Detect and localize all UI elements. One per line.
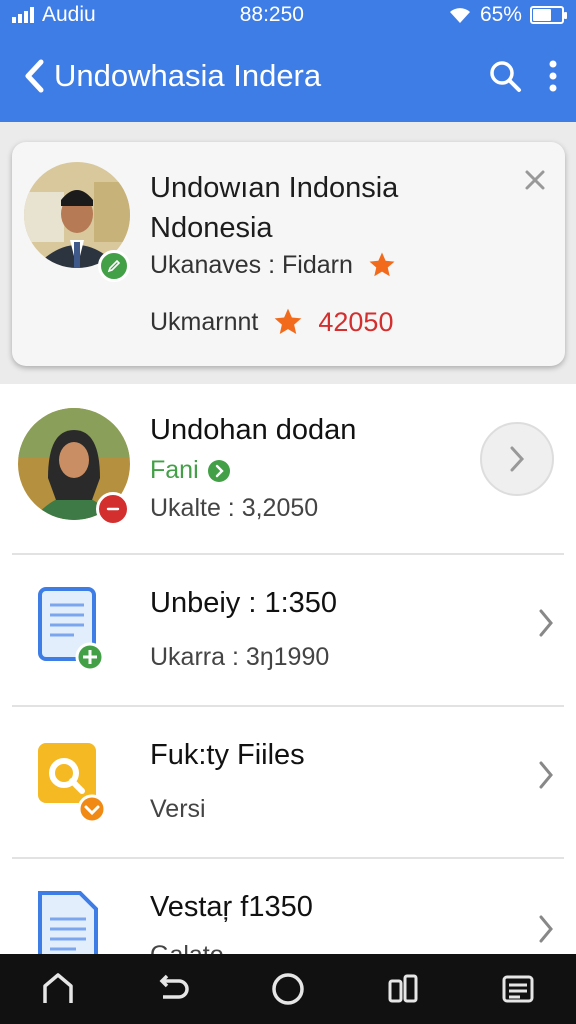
status-label: Fani: [150, 456, 199, 484]
profile-line2-value: 42050: [318, 306, 394, 337]
document-add-icon: [38, 587, 105, 669]
app-title: Undowhasia Indera: [54, 58, 322, 93]
play-circle-icon: [207, 459, 230, 482]
nav-overview-button[interactable]: [264, 965, 312, 1013]
list-item-subtitle: Ukarra : 3ŋ1990: [150, 643, 330, 671]
profile-name-line2: Ndonesia: [150, 212, 273, 244]
edit-icon: [107, 259, 121, 273]
star-icon: [369, 252, 395, 277]
search-button[interactable]: [488, 59, 522, 93]
status-left: Audiu: [12, 3, 96, 27]
status-bar: Audiu 88:250 65%: [0, 0, 576, 30]
open-detail-button[interactable]: [480, 422, 554, 496]
list-item-title: Undohan dodan: [150, 414, 357, 446]
status-time: 88:250: [239, 3, 304, 26]
star-icon: [275, 308, 302, 334]
list-item-subtitle: Versi: [150, 795, 206, 823]
app-bar: Undowhasia Indera: [0, 30, 576, 122]
list-avatar-badge: [96, 492, 130, 526]
list-item-subtitle: Galato: [150, 941, 224, 954]
battery-fill: [532, 9, 552, 21]
search-icon: [490, 61, 521, 92]
nav-recents-button[interactable]: [379, 965, 427, 1013]
recents-icon: [388, 974, 418, 1003]
profile-name: Undowıan Indonsia Ndonesia: [150, 168, 398, 248]
status-right: 65%: [448, 3, 567, 27]
profile-line1: Ukanaves : Fidarn: [150, 250, 397, 280]
circle-home-icon: [272, 973, 304, 1005]
back-button[interactable]: [18, 56, 50, 96]
back-icon: [159, 974, 189, 999]
list-item[interactable]: Vestaŗ f1350 Galato: [0, 859, 576, 954]
chevron-right-icon: [539, 915, 553, 943]
close-icon[interactable]: [523, 168, 547, 192]
more-button[interactable]: [548, 59, 558, 93]
home-icon: [42, 973, 73, 1003]
signal-icon: [12, 7, 34, 23]
battery-percent: 65%: [479, 3, 522, 26]
profile-line2: Ukmarnnt 42050: [150, 306, 393, 338]
list-item-title: Fuk:ty Fiiles: [150, 739, 305, 771]
chevron-right-icon: [539, 609, 553, 637]
list-item-title: Vestaŗ f1350: [150, 891, 313, 923]
folder-search-icon: [38, 743, 107, 821]
carrier-label: Audiu: [42, 3, 96, 26]
nav-menu-button[interactable]: [494, 965, 542, 1013]
chevron-left-icon: [25, 59, 44, 93]
list-item[interactable]: Fuk:ty Fiiles Versi: [0, 707, 576, 857]
nav-home-button[interactable]: [34, 965, 82, 1013]
list-item-title: Unbeiy : 1:350: [150, 587, 338, 619]
list-item[interactable]: Undohan dodan Fani Ukalte : 3,2050: [0, 384, 576, 554]
chevron-right-icon: [510, 446, 525, 472]
chevron-right-icon: [539, 761, 553, 789]
profile-name-line1: Undowıan Indonsia: [150, 172, 399, 204]
more-vertical-icon: [549, 60, 557, 92]
battery-icon: [529, 6, 567, 24]
profile-status-badge: [98, 250, 130, 282]
profile-line2-label: Ukmarnnt: [150, 307, 259, 336]
list-item[interactable]: Unbeiy : 1:350 Ukarra : 3ŋ1990: [0, 555, 576, 705]
wifi-icon: [449, 8, 470, 23]
minus-icon: [106, 507, 120, 511]
profile-line1-text: Ukanaves : Fidarn: [150, 250, 353, 279]
list-item-subtitle: Ukalte : 3,2050: [150, 494, 319, 522]
document-icon: [38, 891, 98, 954]
menu-icon: [502, 975, 534, 1003]
profile-card[interactable]: Undowıan Indonsia Ndonesia Ukanaves : Fi…: [12, 142, 565, 366]
nav-back-button[interactable]: [149, 965, 197, 1013]
list-item-status: Fani: [150, 456, 231, 485]
app-actions: [488, 59, 558, 93]
system-nav-bar: [0, 954, 576, 1024]
